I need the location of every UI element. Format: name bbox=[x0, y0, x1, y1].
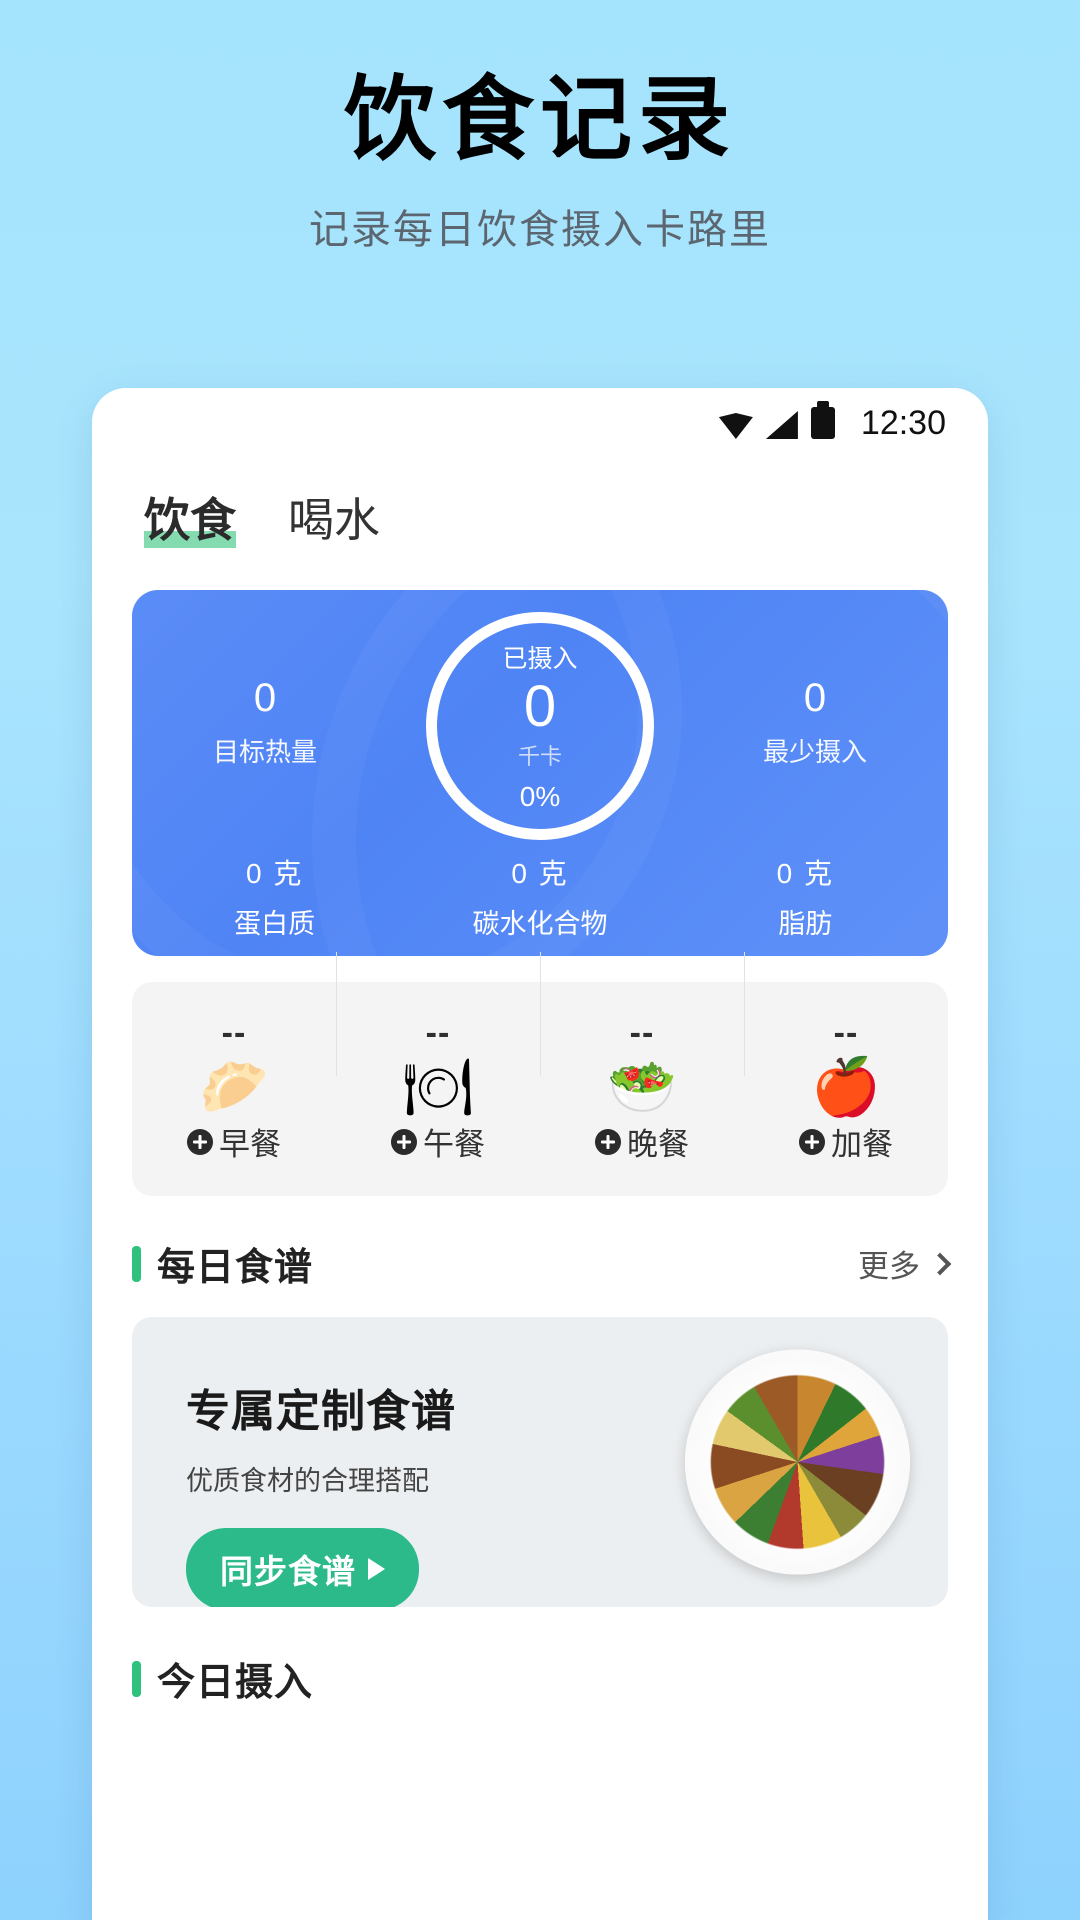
meal-lunch-amount: -- bbox=[425, 1014, 451, 1052]
meal-breakfast-label: 早餐 bbox=[219, 1127, 281, 1162]
salad-icon: 🥗 bbox=[607, 1055, 677, 1118]
meal-lunch[interactable]: -- 🍽 午餐 bbox=[336, 952, 540, 1164]
cloche-icon: 🍽 bbox=[402, 1055, 474, 1118]
recipe-title: 专属定制食谱 bbox=[186, 1387, 456, 1436]
meal-lunch-label-wrap[interactable]: 午餐 bbox=[391, 1119, 485, 1164]
tab-bar: 饮食 喝水 bbox=[92, 458, 988, 554]
meal-snack-label: 加餐 bbox=[831, 1127, 893, 1162]
min-intake-stat: 0 最少摄入 bbox=[710, 674, 920, 769]
battery-icon bbox=[810, 401, 835, 439]
section-title-daily-recipe: 每日食谱 bbox=[157, 1247, 314, 1289]
status-bar: 12:30 bbox=[92, 388, 988, 458]
promo-header: 饮食记录 记录每日饮食摄入卡路里 bbox=[0, 0, 1080, 255]
meal-snack-label-wrap[interactable]: 加餐 bbox=[799, 1119, 893, 1164]
recipe-subtitle: 优质食材的合理搭配 bbox=[186, 1466, 429, 1496]
tab-water[interactable]: 喝水 bbox=[288, 484, 380, 554]
meal-dinner[interactable]: -- 🥗 晚餐 bbox=[540, 952, 744, 1164]
calorie-summary-card[interactable]: 0 目标热量 已摄入 0 千卡 0% 0 最少摄入 0 克 蛋白质 0 克 碳水… bbox=[132, 590, 948, 956]
more-link-label: 更多 bbox=[858, 1249, 920, 1284]
page-subtitle: 记录每日饮食摄入卡路里 bbox=[309, 207, 771, 252]
signal-icon bbox=[765, 411, 798, 439]
min-intake-value: 0 bbox=[803, 675, 827, 720]
plus-icon bbox=[187, 1128, 213, 1155]
ring-percent: 0% bbox=[519, 781, 561, 813]
meal-lunch-label: 午餐 bbox=[423, 1127, 485, 1162]
macro-row: 0 克 蛋白质 0 克 碳水化合物 0 克 脂肪 bbox=[132, 852, 948, 941]
section-accent-bar bbox=[132, 1245, 141, 1282]
macro-protein: 0 克 蛋白质 bbox=[142, 852, 407, 941]
plus-icon bbox=[391, 1128, 417, 1155]
ring-unit: 千卡 bbox=[517, 744, 562, 770]
meal-shortcut-row: -- 🥟 早餐 -- 🍽 午餐 -- 🥗 晚餐 -- 🍎 加餐 bbox=[132, 952, 948, 1196]
summary-top-row: 0 目标热量 已摄入 0 千卡 0% 0 最少摄入 bbox=[132, 590, 948, 852]
more-link-daily-recipe[interactable]: 更多 bbox=[858, 1241, 952, 1286]
section-header-today-intake: 今日摄入 bbox=[132, 1651, 948, 1706]
meal-snack[interactable]: -- 🍎 加餐 bbox=[744, 952, 948, 1164]
min-intake-label: 最少摄入 bbox=[762, 736, 867, 767]
recipe-text-block: 专属定制食谱 优质食材的合理搭配 同步食谱 bbox=[132, 1317, 612, 1607]
section-header-daily-recipe: 每日食谱 更多 bbox=[132, 1236, 952, 1291]
macro-fat-label: 脂肪 bbox=[778, 909, 833, 939]
macro-carbs-label: 碳水化合物 bbox=[472, 909, 608, 939]
apple-icon: 🍎 bbox=[811, 1055, 881, 1118]
play-arrow-icon bbox=[368, 1558, 385, 1580]
meal-dinner-label: 晚餐 bbox=[627, 1127, 689, 1162]
macro-protein-label: 蛋白质 bbox=[234, 909, 316, 939]
macro-fat-value: 0 克 bbox=[776, 858, 834, 889]
ring-value: 0 bbox=[523, 673, 557, 739]
meal-breakfast[interactable]: -- 🥟 早餐 bbox=[132, 1014, 336, 1164]
ring-caption: 已摄入 bbox=[502, 644, 578, 673]
plus-icon bbox=[799, 1128, 825, 1155]
meal-dinner-amount: -- bbox=[629, 1014, 655, 1052]
status-icons bbox=[718, 401, 835, 439]
macro-carbs-value: 0 克 bbox=[511, 858, 569, 889]
page-title: 饮食记录 bbox=[343, 69, 736, 171]
goal-calories-label: 目标热量 bbox=[212, 736, 317, 767]
tab-diet[interactable]: 饮食 bbox=[144, 484, 236, 554]
plus-icon bbox=[595, 1128, 621, 1155]
meal-snack-amount: -- bbox=[833, 1014, 859, 1052]
dumpling-icon: 🥟 bbox=[199, 1055, 269, 1118]
meal-breakfast-amount: -- bbox=[221, 1014, 247, 1052]
sync-recipe-button-label: 同步食谱 bbox=[220, 1553, 356, 1590]
meal-breakfast-label-wrap[interactable]: 早餐 bbox=[187, 1119, 281, 1164]
macro-carbs: 0 克 碳水化合物 bbox=[407, 852, 672, 941]
phone-mockup: 12:30 饮食 喝水 0 目标热量 已摄入 0 千卡 0% 0 最少摄入 0 … bbox=[92, 388, 988, 1920]
macro-fat: 0 克 脂肪 bbox=[673, 852, 938, 941]
goal-calories-stat: 0 目标热量 bbox=[160, 674, 370, 769]
sync-recipe-button[interactable]: 同步食谱 bbox=[186, 1528, 419, 1607]
intake-progress-ring: 已摄入 0 千卡 0% bbox=[426, 612, 654, 840]
chevron-right-icon bbox=[928, 1252, 952, 1275]
section-title-today-intake: 今日摄入 bbox=[157, 1662, 314, 1704]
wifi-icon bbox=[718, 413, 753, 439]
section-accent-bar bbox=[132, 1660, 141, 1697]
meal-dinner-label-wrap[interactable]: 晚餐 bbox=[595, 1119, 689, 1164]
recipe-promo-card[interactable]: 专属定制食谱 优质食材的合理搭配 同步食谱 bbox=[132, 1317, 948, 1607]
goal-calories-value: 0 bbox=[253, 675, 277, 720]
macro-protein-value: 0 克 bbox=[245, 858, 304, 889]
salad-bowl-photo bbox=[685, 1349, 910, 1575]
status-time: 12:30 bbox=[860, 403, 946, 442]
